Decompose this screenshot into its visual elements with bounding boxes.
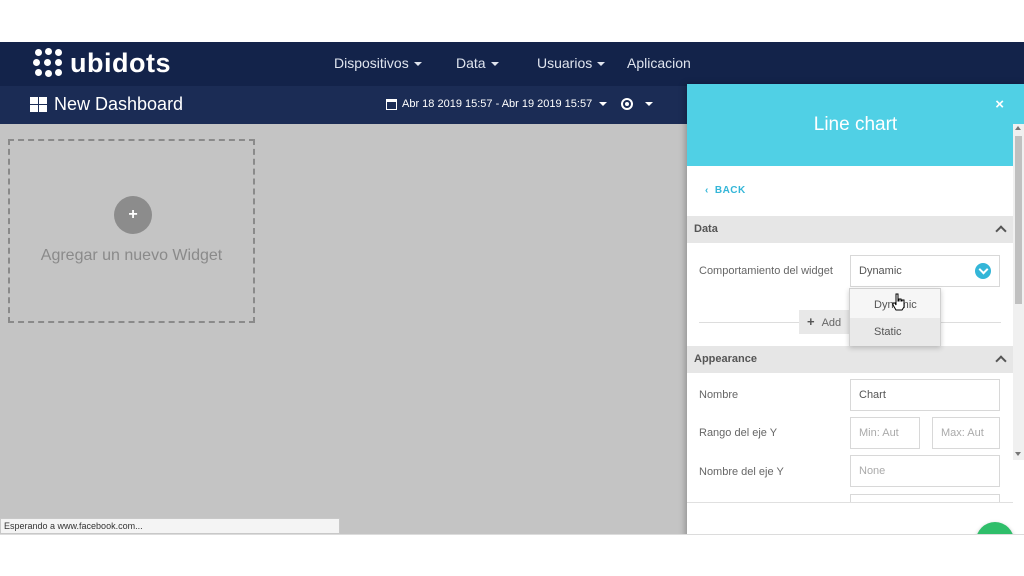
chevron-left-icon: ‹	[705, 185, 709, 196]
caret-down-icon	[490, 62, 499, 66]
nav-dispositivos-label: Dispositivos	[334, 55, 409, 71]
plus-icon: +	[807, 314, 815, 329]
screen: ubidots Dispositivos Data Usuarios Aplic…	[0, 0, 1024, 576]
appearance-section-title: Appearance	[694, 353, 757, 365]
scroll-up-arrow-icon[interactable]	[1015, 126, 1021, 130]
check-circle-icon	[975, 263, 991, 279]
y-axis-name-input[interactable]: None	[850, 455, 1000, 487]
add-widget-label: Agregar un nuevo Widget	[40, 247, 223, 264]
panel-scrollbar[interactable]	[1013, 124, 1024, 460]
date-range-text: Abr 18 2019 15:57 - Abr 19 2019 15:57	[402, 98, 593, 110]
appearance-section-header[interactable]: Appearance	[687, 346, 1013, 373]
caret-down-icon	[597, 62, 606, 66]
scroll-down-arrow-icon[interactable]	[1015, 452, 1021, 456]
nav-data[interactable]: Data	[456, 55, 499, 71]
panel-footer-divider	[687, 502, 1013, 503]
dropdown-option-static[interactable]: Static	[850, 318, 940, 346]
dashboard-title-text: New Dashboard	[54, 94, 184, 114]
browser-status-bar: Esperando a www.facebook.com...	[0, 518, 340, 534]
caret-down-icon	[599, 102, 608, 106]
next-field-input[interactable]	[850, 494, 1000, 502]
add-widget-plus-icon[interactable]: +	[114, 196, 152, 234]
close-icon[interactable]: ×	[995, 96, 1004, 113]
dashboard-title[interactable]: New Dashboard	[30, 94, 183, 115]
widget-behavior-label: Comportamiento del widget	[699, 265, 833, 277]
app-window: ubidots Dispositivos Data Usuarios Aplic…	[0, 42, 1024, 534]
dashboard-grid-icon	[30, 97, 47, 112]
data-section-title: Data	[694, 223, 718, 235]
nav-usuarios[interactable]: Usuarios	[537, 55, 606, 71]
date-range-picker[interactable]: Abr 18 2019 15:57 - Abr 19 2019 15:57	[386, 98, 654, 110]
chevron-up-icon	[995, 355, 1007, 367]
nav-usuarios-label: Usuarios	[537, 55, 593, 71]
add-widget-placeholder[interactable]: + Agregar un nuevo Widget	[8, 139, 255, 323]
y-min-input[interactable]: Min: Aut	[850, 417, 920, 449]
logo-dots-icon	[32, 48, 66, 78]
chevron-up-icon	[995, 225, 1007, 237]
panel-header: Line chart ×	[687, 84, 1024, 166]
data-section-header[interactable]: Data	[687, 216, 1013, 243]
back-label: BACK	[714, 185, 746, 196]
panel-title: Line chart	[813, 114, 898, 135]
bottom-edge	[0, 534, 1024, 535]
y-axis-name-label: Nombre del eje Y	[699, 466, 784, 478]
target-icon[interactable]	[621, 98, 634, 110]
logo-text: ubidots	[70, 48, 171, 78]
hand-cursor-icon	[892, 293, 905, 311]
nav-aplicaciones-label: Aplicacion	[627, 55, 691, 71]
caret-down-icon[interactable]	[645, 102, 654, 106]
divider	[699, 322, 799, 323]
nav-data-label: Data	[456, 55, 486, 71]
add-variable-label: Add	[821, 317, 842, 329]
widget-behavior-select[interactable]: Dynamic	[850, 255, 1000, 287]
back-link[interactable]: ‹ BACK	[705, 185, 746, 196]
save-check-button[interactable]	[976, 522, 1014, 534]
ubidots-logo[interactable]: ubidots	[32, 48, 171, 78]
y-range-label: Rango del eje Y	[699, 427, 778, 439]
scrollbar-thumb[interactable]	[1015, 136, 1022, 304]
y-max-input[interactable]: Max: Aut	[932, 417, 1000, 449]
top-navigation-bar: ubidots Dispositivos Data Usuarios Aplic…	[0, 42, 1024, 86]
nav-dispositivos[interactable]: Dispositivos	[334, 55, 422, 71]
nav-aplicaciones[interactable]: Aplicacion	[627, 55, 691, 71]
name-input[interactable]: Chart	[850, 379, 1000, 411]
widget-settings-panel: Line chart × ‹ BACK Data Comportamiento d…	[687, 84, 1024, 534]
calendar-icon	[386, 98, 397, 110]
widget-behavior-value: Dynamic	[859, 265, 902, 277]
name-label: Nombre	[699, 389, 739, 401]
caret-down-icon	[413, 62, 422, 66]
